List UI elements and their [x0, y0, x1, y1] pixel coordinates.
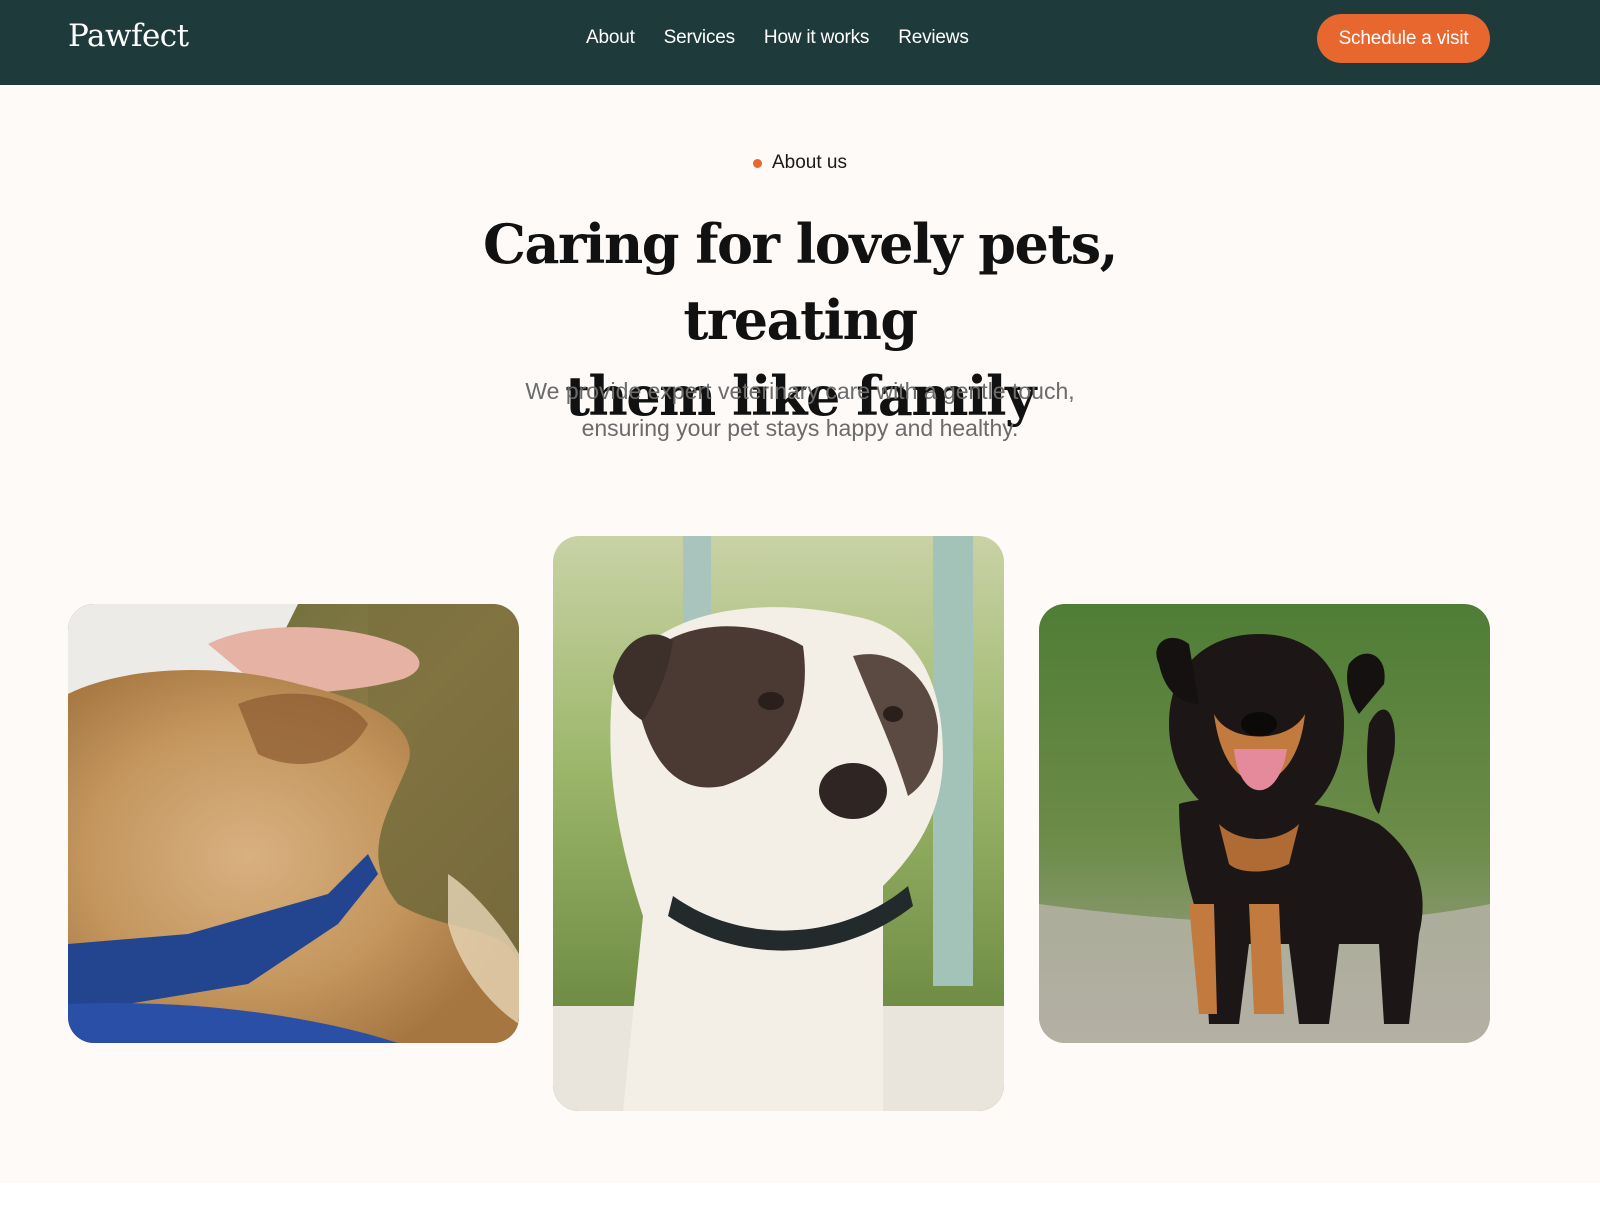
- gallery-photo-petted-dog: [68, 604, 519, 1043]
- nav-link-about[interactable]: About: [586, 27, 635, 49]
- top-navbar: Pawfect About Services How it works Revi…: [0, 0, 1600, 85]
- hero-subtext: We provide expert veterinary care with a…: [450, 373, 1150, 447]
- section-divider: [0, 1183, 1600, 1209]
- brand-logo[interactable]: Pawfect: [68, 18, 189, 54]
- nav-link-how-it-works[interactable]: How it works: [764, 27, 869, 49]
- eyebrow-dot-icon: [753, 158, 762, 168]
- subtext-line-1: We provide expert veterinary care with a…: [525, 378, 1075, 404]
- eyebrow-label: About us: [772, 152, 847, 173]
- gallery-photo-collared-dog: [553, 536, 1004, 1111]
- nav-link-reviews[interactable]: Reviews: [898, 27, 969, 49]
- gallery-photo-puppy: [1039, 604, 1490, 1043]
- subtext-line-2: ensuring your pet stays happy and health…: [581, 415, 1019, 441]
- nav-link-services[interactable]: Services: [664, 27, 735, 49]
- headline-line-1: Caring for lovely pets, treating: [483, 212, 1118, 352]
- main-nav: About Services How it works Reviews: [586, 27, 969, 49]
- schedule-visit-button[interactable]: Schedule a visit: [1317, 14, 1490, 63]
- section-eyebrow: About us: [0, 152, 1600, 174]
